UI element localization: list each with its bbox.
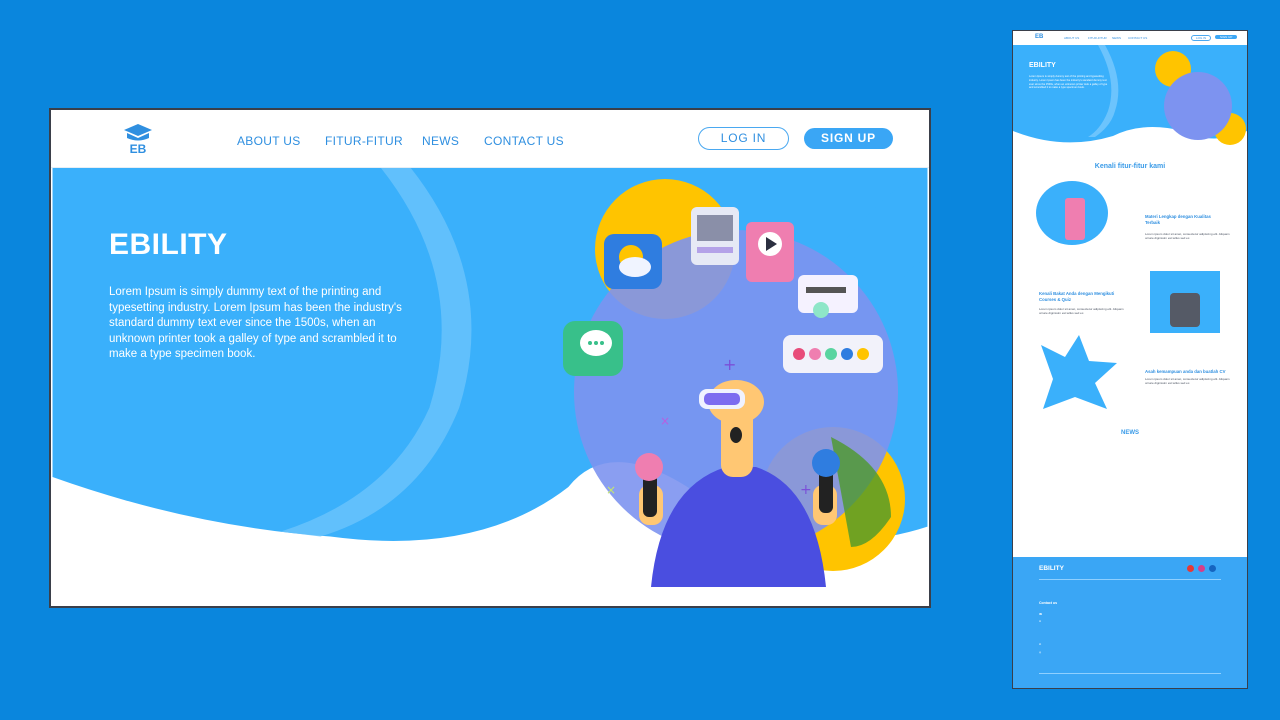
footer-divider [1039,579,1221,580]
instagram-icon[interactable] [1198,565,1205,572]
preview-contact-title: Contact us [1039,601,1058,605]
full-page-preview: EB ABOUT US FITUR-FITUR NEWS CONTACT US … [1013,31,1247,688]
footer-bottom-divider [1039,673,1221,674]
preview-navbar: EB ABOUT US FITUR-FITUR NEWS CONTACT US … [1013,31,1247,45]
preview-footer: EBILITY Contact us ☎ ✉ ☊ ◎ [1013,557,1247,688]
preview-features-title: Kenali fitur-fitur kami [1094,163,1166,170]
youtube-icon[interactable] [1187,565,1194,572]
login-button[interactable]: LOG IN [698,127,789,150]
preview-nav-contact-us[interactable]: CONTACT US [1128,36,1147,40]
hero-illustration: + + × × [563,179,905,587]
preview-signup-button[interactable]: SIGN UP [1215,35,1238,39]
svg-text:×: × [660,414,670,428]
svg-text:+: + [800,482,812,498]
feature-3-illustration [1041,335,1117,409]
logo-text: EB [130,142,147,156]
contact-phone-icon: ☎ [1039,613,1043,616]
preview-nav-about-us[interactable]: ABOUT US [1064,36,1079,40]
hero-description: Lorem Ipsum is simply dummy text of the … [109,286,402,360]
linkedin-icon[interactable] [1209,565,1216,572]
preview-hero-description: Lorem Ipsum is simply dummy text of the … [1029,75,1108,90]
nav-news[interactable]: NEWS [422,134,459,148]
preview-feature-3-text: Lorem ipsum dolor sit amet, consectetur … [1145,377,1230,385]
nav-contact-us[interactable]: CONTACT US [484,134,564,148]
preview-nav-news[interactable]: NEWS [1112,36,1121,40]
preview-feature-3-title: Asah kemampuan anda dan buatlah CV [1145,369,1226,374]
preview-login-button[interactable]: LOG IN [1191,35,1212,41]
hero-title: EBILITY [109,228,228,261]
ebility-logo-icon[interactable]: EB [121,122,155,156]
contact-email-icon: ✉ [1039,620,1042,623]
contact-instagram-icon: ◎ [1039,651,1042,654]
top-navbar: EB ABOUT US FITUR-FITUR NEWS CONTACT US … [51,110,929,168]
right-controller [812,449,840,477]
nav-fitur-fitur[interactable]: FITUR-FITUR [325,134,403,148]
preview-hero-title: EBILITY [1029,62,1056,69]
signup-button[interactable]: SIGN UP [804,128,893,149]
preview-news-title: NEWS [1121,430,1139,436]
contact-headset-icon: ☊ [1039,643,1042,646]
preview-logo-icon: EB [1035,34,1044,40]
feature-1-illustration [1036,181,1108,245]
feature-2-illustration [1150,271,1220,333]
nav-about-us[interactable]: ABOUT US [237,134,301,148]
main-preview-frame: EB ABOUT US FITUR-FITUR NEWS CONTACT US … [49,108,931,608]
preview-feature-1-title: Materi Lengkap dengan Kualitas Terbaik [1145,214,1211,225]
preview-nav-fitur-fitur[interactable]: FITUR-FITUR [1088,36,1107,40]
preview-feature-2-text: Lorem ipsum dolor sit amet, consectetur … [1039,307,1124,315]
svg-text:×: × [606,483,616,497]
preview-feature-1-text: Lorem ipsum dolor sit amet, consectetur … [1145,232,1230,240]
left-controller [635,453,663,481]
preview-feature-2-title: Kenali Bakat Anda dengan Mengikuti Cours… [1039,291,1115,302]
svg-text:+: + [723,355,736,374]
preview-footer-title: EBILITY [1039,565,1064,572]
preview-hero-bg [1013,45,1247,145]
